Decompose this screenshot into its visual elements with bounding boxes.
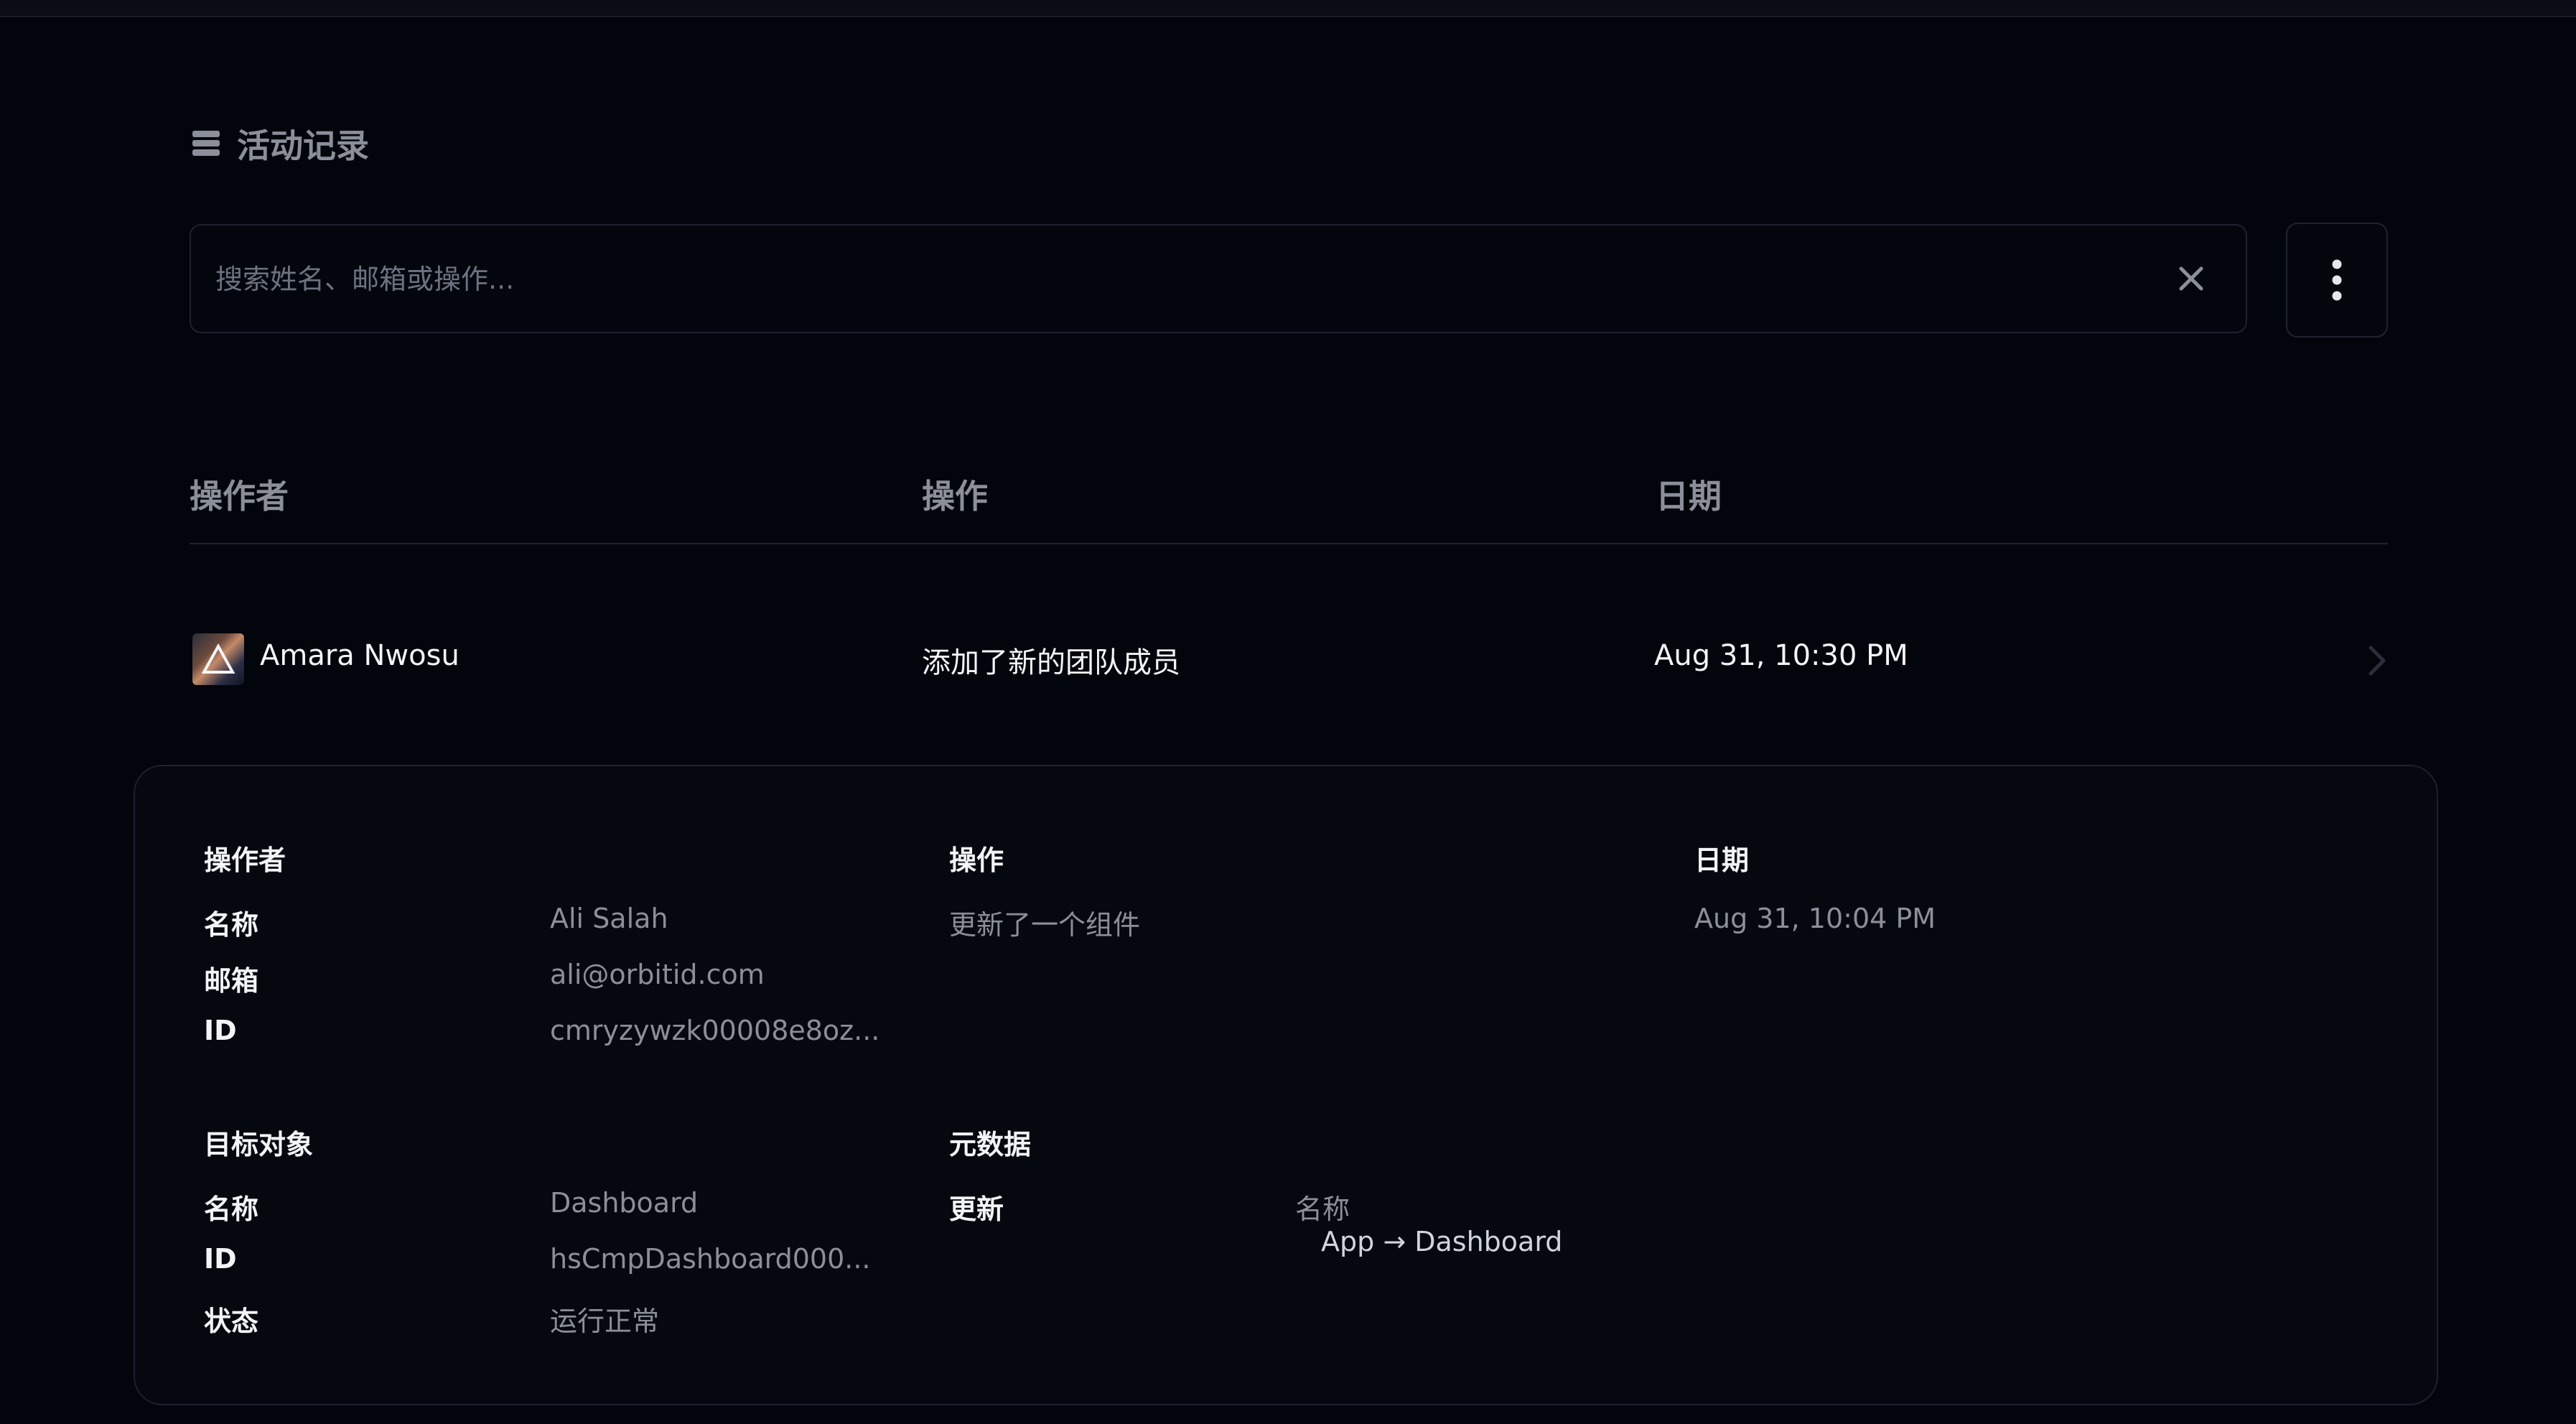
page-title: 活动记录 xyxy=(237,126,369,165)
actor-email-value: ali@orbitid.com xyxy=(550,959,765,990)
actor-name: Amara Nwosu xyxy=(260,639,459,672)
target-status-value: 运行正常 xyxy=(550,1306,660,1337)
action-heading: 操作 xyxy=(949,844,1004,876)
top-bar xyxy=(0,0,2576,17)
target-id-label: ID xyxy=(204,1243,237,1275)
avatar xyxy=(192,633,244,685)
actor-id-label: ID xyxy=(204,1015,237,1046)
more-vertical-icon xyxy=(2332,259,2342,301)
target-id-value: hsCmpDashboard000... xyxy=(550,1243,871,1275)
actor-heading: 操作者 xyxy=(204,844,286,876)
action-value: 更新了一个组件 xyxy=(949,909,1141,941)
column-header-actor[interactable]: 操作者 xyxy=(190,470,289,518)
target-name-value: Dashboard xyxy=(550,1187,699,1219)
date-text: Aug 31, 10:30 PM xyxy=(1654,639,1908,672)
target-status-label: 状态 xyxy=(204,1306,259,1337)
metadata-change: App → Dashboard xyxy=(1321,1226,1563,1257)
close-icon[interactable] xyxy=(2174,261,2208,296)
table-row[interactable]: Amara Nwosu 添加了新的团队成员 Aug 31, 10:30 PM xyxy=(190,618,2388,704)
search-box xyxy=(190,224,2247,333)
target-heading: 目标对象 xyxy=(204,1129,314,1160)
action-text: 添加了新的团队成员 xyxy=(922,646,1180,679)
search-input[interactable] xyxy=(214,225,2112,333)
chevron-right-icon[interactable] xyxy=(2363,642,2389,679)
database-icon xyxy=(192,131,220,156)
more-options-button[interactable] xyxy=(2286,223,2388,338)
target-name-label: 名称 xyxy=(204,1193,259,1225)
actor-id-value: cmryzywzk00008e8oz... xyxy=(550,1015,880,1046)
metadata-field: 名称 xyxy=(1295,1193,1350,1225)
header-divider xyxy=(190,543,2388,544)
detail-panel: 操作者 名称 Ali Salah 邮箱 ali@orbitid.com ID c… xyxy=(134,765,2438,1405)
date-heading: 日期 xyxy=(1694,844,1750,876)
page-header: 活动记录 xyxy=(191,122,369,165)
metadata-update-label: 更新 xyxy=(949,1193,1004,1225)
column-header-date[interactable]: 日期 xyxy=(1656,470,1722,518)
actor-email-label: 邮箱 xyxy=(204,965,259,997)
actor-name-value: Ali Salah xyxy=(550,903,668,934)
column-header-action[interactable]: 操作 xyxy=(922,470,988,518)
metadata-heading: 元数据 xyxy=(949,1129,1032,1160)
date-value: Aug 31, 10:04 PM xyxy=(1694,903,1936,934)
actor-name-label: 名称 xyxy=(204,909,259,941)
